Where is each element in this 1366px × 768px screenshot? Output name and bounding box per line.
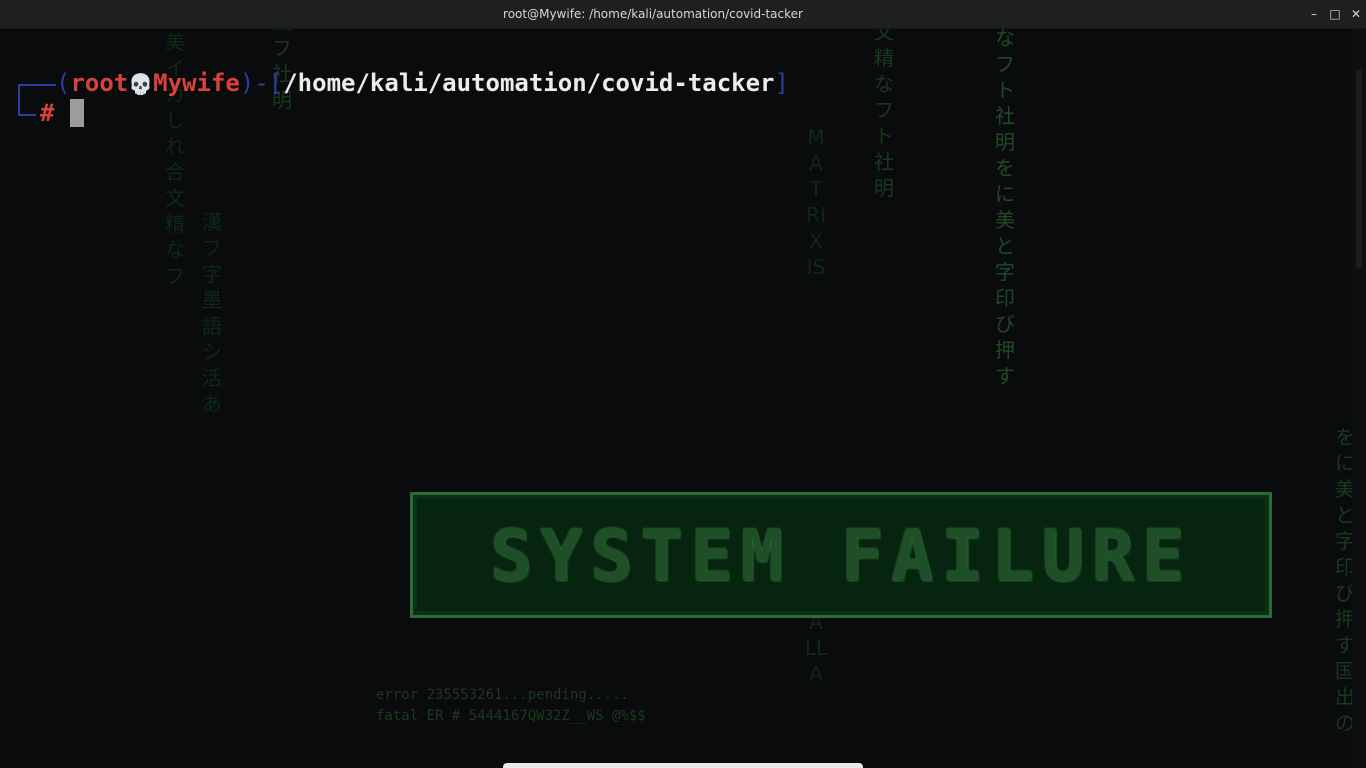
window-title: root@Mywife: /home/kali/automation/covid… xyxy=(503,7,803,21)
scrollbar-thumb[interactable] xyxy=(1356,69,1362,269)
prompt-symbol: # xyxy=(40,99,55,127)
matrix-rain-column: をに美と字印び押す国出の xyxy=(1335,425,1352,735)
prompt-dash: - xyxy=(254,69,269,97)
minimize-button[interactable]: – xyxy=(1306,6,1322,22)
matrix-rain-column: ALLA xyxy=(804,610,828,686)
window-titlebar[interactable]: root@Mywife: /home/kali/automation/covid… xyxy=(0,0,1366,29)
prompt-open-bracket: [ xyxy=(268,69,284,97)
skull-icon: 💀 xyxy=(128,72,154,96)
prompt-frame xyxy=(18,85,20,115)
prompt-close-paren: ) xyxy=(239,69,255,97)
prompt-open-paren: ( xyxy=(56,69,71,97)
error-line: fatal ER # 5444167QW32Z__WS @%$$ xyxy=(376,708,646,724)
system-failure-text: SYSTEM FAILURE xyxy=(489,515,1192,597)
matrix-rain-column: MATRIX IS xyxy=(806,125,826,279)
prompt-user: root xyxy=(70,69,129,97)
scrollbar[interactable] xyxy=(1352,29,1366,768)
prompt-close-bracket: ] xyxy=(774,69,789,97)
prompt-line-2: # xyxy=(40,99,85,127)
maximize-button[interactable]: □ xyxy=(1327,6,1343,22)
close-button[interactable]: ✕ xyxy=(1348,6,1364,22)
system-failure-banner: SYSTEM FAILURE xyxy=(410,492,1272,618)
prompt-frame xyxy=(18,84,56,86)
prompt-host: Mywife xyxy=(153,69,240,97)
text-cursor[interactable] xyxy=(70,99,85,127)
terminal-area[interactable]: 美イカしれ合文精なフ 細フ社明 漢フ字墨語シ活あ 文精なフト社明 MATRIX … xyxy=(0,29,1352,768)
prompt-path: /home/kali/automation/covid-tacker xyxy=(283,69,775,97)
matrix-rain-column: 漢フ字墨語シ活あ xyxy=(202,210,222,416)
error-lines: error 235553261...pending..... fatal ER … xyxy=(376,685,646,727)
prompt-line-1: (root💀Mywife)-[/home/kali/automation/cov… xyxy=(56,69,789,99)
error-line: error 235553261...pending..... xyxy=(376,687,629,703)
shell-prompt: (root💀Mywife)-[/home/kali/automation/cov… xyxy=(0,29,1352,159)
prompt-frame xyxy=(18,114,36,116)
bottom-panel-handle[interactable] xyxy=(503,763,863,768)
